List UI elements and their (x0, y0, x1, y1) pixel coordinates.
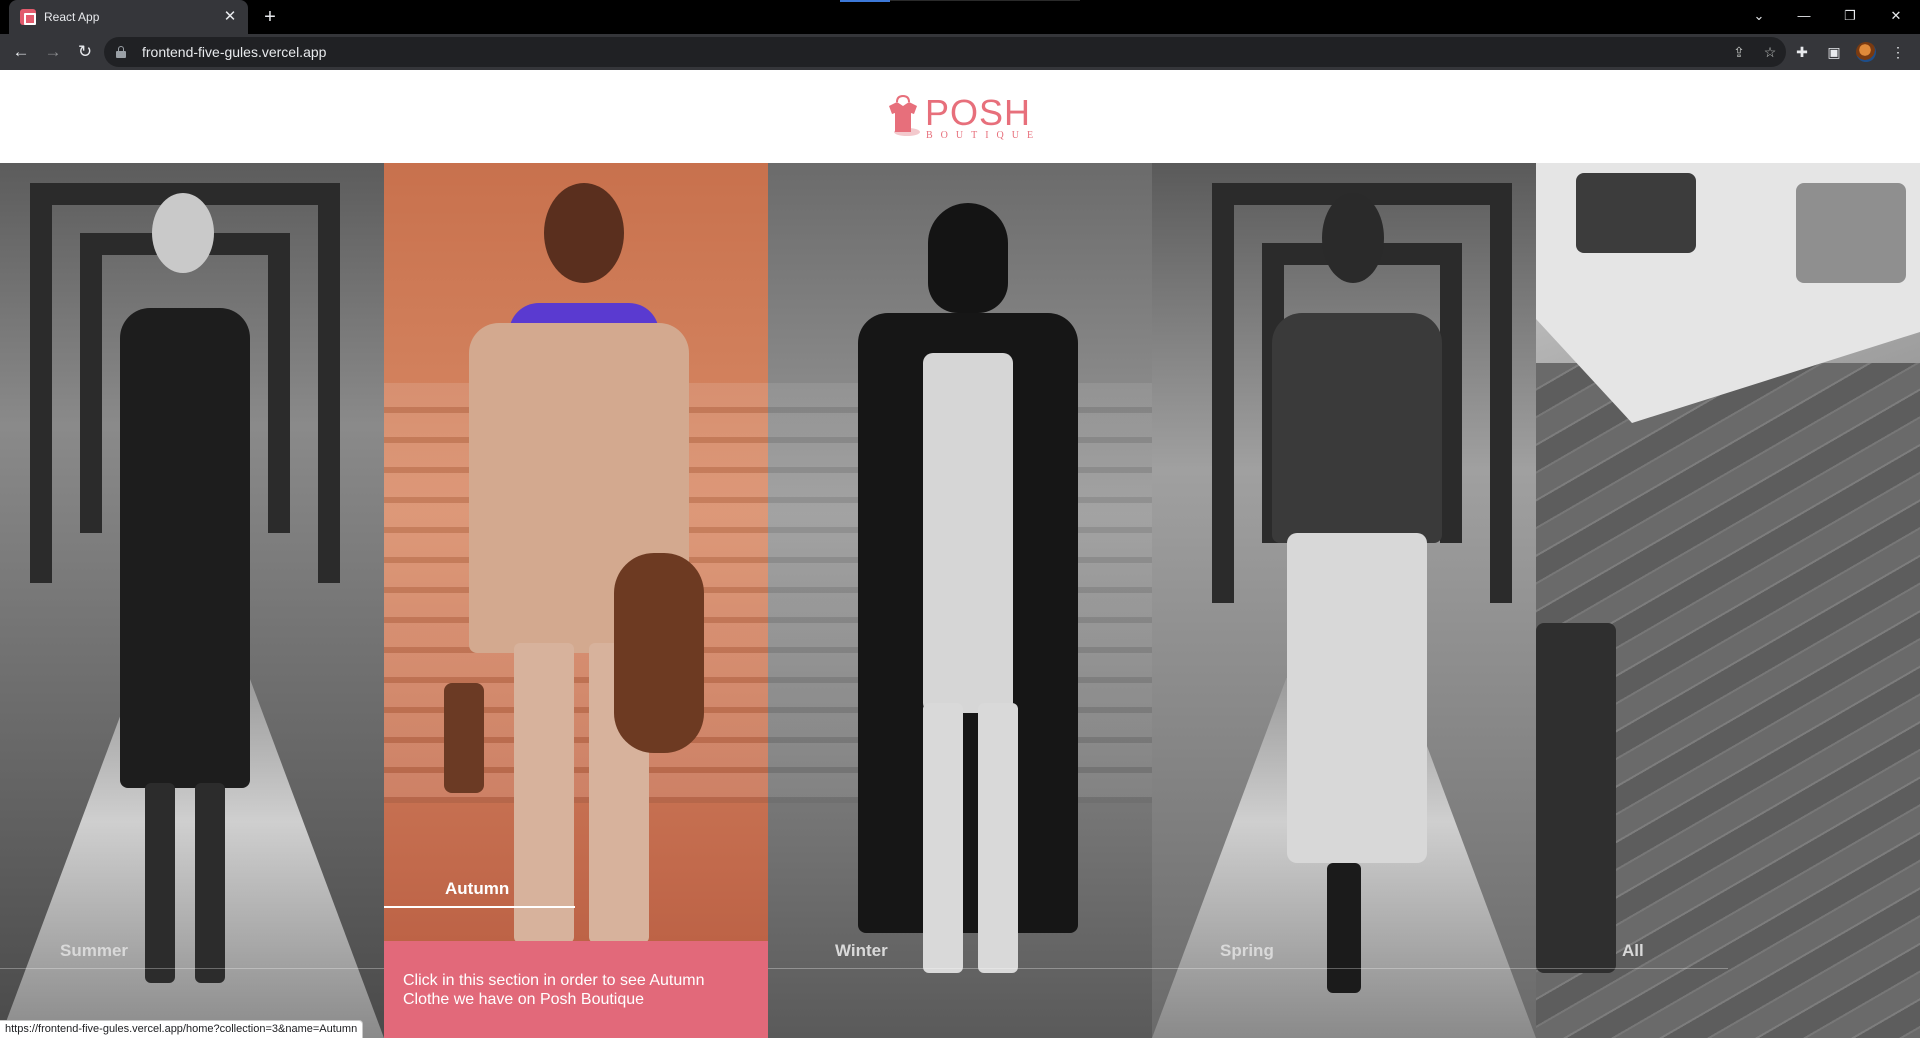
folded-clothes-shape (1576, 173, 1696, 253)
reload-icon[interactable]: ↻ (73, 40, 97, 64)
hanging-clothes-shape (1536, 623, 1616, 973)
collection-label-winter: Winter (835, 941, 888, 960)
lock-icon[interactable] (116, 46, 126, 58)
model-figure (1232, 183, 1472, 1003)
collection-divider (1536, 968, 1728, 969)
collection-label-autumn: Autumn (445, 879, 510, 898)
new-tab-button[interactable]: + (258, 5, 282, 29)
collection-divider (768, 968, 1152, 969)
posh-boutique-logo[interactable]: POSH BOUTIQUE (883, 88, 1043, 144)
collection-panel-spring[interactable]: Spring (1152, 163, 1536, 1038)
collection-label-all: All (1622, 941, 1644, 960)
loading-indicator (840, 0, 890, 2)
site-header: POSH BOUTIQUE (0, 70, 1920, 163)
restore-window-icon[interactable]: ❐ (1838, 4, 1862, 28)
active-collection-underline (384, 906, 575, 908)
tab-title: React App (44, 10, 100, 24)
react-app-favicon-icon (20, 9, 36, 25)
model-figure (823, 203, 1103, 1003)
browser-tab-bar: React App ✕ + ⌄ — ❐ ✕ (0, 0, 1920, 34)
collections-gallery: Summer Autumn Click in this section in o… (0, 163, 1920, 1038)
close-tab-icon[interactable]: ✕ (220, 7, 240, 27)
collection-panel-summer[interactable]: Summer (0, 163, 384, 1038)
profile-avatar[interactable] (1856, 42, 1876, 62)
model-figure (439, 173, 719, 943)
back-arrow-icon[interactable]: ← (9, 40, 33, 64)
collection-panel-autumn[interactable]: Autumn Click in this section in order to… (384, 163, 768, 1038)
bookmark-star-icon[interactable]: ☆ (1758, 40, 1782, 64)
status-bar-url: https://frontend-five-gules.vercel.app/h… (0, 1020, 364, 1038)
tab-strip-divider (890, 0, 1080, 1)
collection-divider (0, 968, 384, 969)
collection-panel-all[interactable]: All (1536, 163, 1920, 1038)
collection-divider (1152, 968, 1536, 969)
share-icon[interactable]: ⇪ (1727, 40, 1751, 64)
browser-toolbar: ← → ↻ frontend-five-gules.vercel.app ⇪ ☆… (0, 34, 1920, 70)
logo-title: POSH (925, 92, 1032, 133)
extensions-puzzle-icon[interactable]: ✚ (1790, 40, 1814, 64)
collection-info-text: Click in this section in order to see Au… (403, 972, 705, 1008)
collection-label-spring: Spring (1220, 941, 1274, 960)
minimize-window-icon[interactable]: — (1792, 4, 1816, 28)
collection-panel-winter[interactable]: Winter (768, 163, 1152, 1038)
url-text[interactable]: frontend-five-gules.vercel.app (142, 44, 326, 60)
folded-clothes-shape (1796, 183, 1906, 283)
model-figure (90, 183, 290, 1003)
tab-search-chevron-down-icon[interactable]: ⌄ (1747, 4, 1771, 28)
kebab-menu-icon[interactable]: ⋮ (1886, 40, 1910, 64)
shopping-bag-shirt-icon (889, 94, 920, 136)
logo-subtitle: BOUTIQUE (926, 130, 1042, 141)
forward-arrow-icon[interactable]: → (41, 40, 65, 64)
browser-tab[interactable]: React App ✕ (9, 0, 248, 34)
close-window-icon[interactable]: ✕ (1884, 4, 1908, 28)
collection-label-summer: Summer (60, 941, 129, 960)
side-panel-icon[interactable]: ▣ (1822, 40, 1846, 64)
address-bar[interactable]: frontend-five-gules.vercel.app ⇪ ☆ (104, 37, 1786, 67)
collection-info-box[interactable]: Click in this section in order to see Au… (384, 941, 768, 1038)
